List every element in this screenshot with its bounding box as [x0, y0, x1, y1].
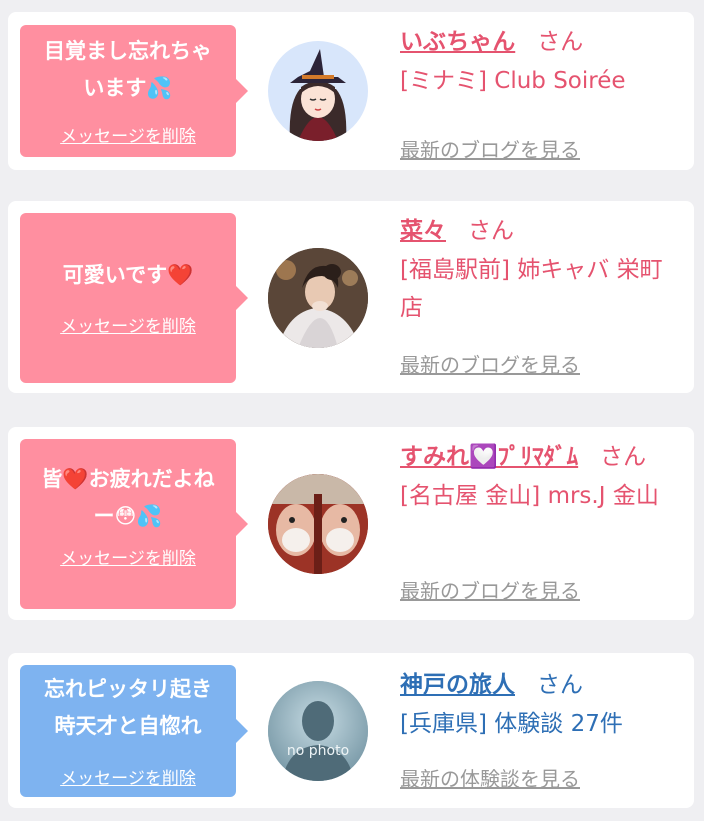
honorific: さん: [537, 672, 583, 698]
kimono-photo-avatar-icon[interactable]: [268, 248, 368, 348]
message-line: 可愛いです❤️: [62, 263, 194, 287]
review-info: [兵庫県] 体験談 27件: [400, 711, 623, 737]
message-card: 目覚まし忘れちゃ います💦 メッセージを削除 いぶちゃん さん [ミナミ] Cl…: [8, 12, 694, 170]
message-text: 皆❤️お疲れだよね ー😳💦: [20, 439, 236, 535]
sender-info: 神戸の旅人 さん [兵庫県] 体験談 27件 最新の体験談を見る: [400, 667, 678, 797]
sender-info: すみれ💟ﾌﾟﾘﾏﾀﾞﾑ さん [名古屋 金山] mrs.J 金山 最新のブログを見…: [400, 439, 678, 609]
delete-message-link[interactable]: メッセージを削除: [20, 764, 236, 789]
message-text: 可愛いです❤️: [20, 213, 236, 294]
message-bubble: 皆❤️お疲れだよね ー😳💦 メッセージを削除: [20, 439, 248, 609]
sender-info: いぶちゃん さん [ミナミ] Club Soirée 最新のブログを見る: [400, 24, 678, 162]
honorific: さん: [537, 29, 584, 55]
message-card: 可愛いです❤️ メッセージを削除 菜々 さん [福島駅前] 姉キャバ 栄町店 最…: [8, 201, 694, 393]
sender-name-link[interactable]: すみれ💟ﾌﾟﾘﾏﾀﾞﾑ: [400, 444, 578, 470]
delete-message-link[interactable]: メッセージを削除: [20, 544, 236, 569]
latest-blog-link[interactable]: 最新のブログを見る: [400, 349, 580, 378]
sender-name-link[interactable]: いぶちゃん: [400, 29, 515, 55]
honorific: さん: [468, 218, 514, 244]
sender-name-line: いぶちゃん さん: [400, 24, 678, 60]
sender-name-link[interactable]: 菜々: [400, 218, 446, 244]
sender-info: 菜々 さん [福島駅前] 姉キャバ 栄町店 最新のブログを見る: [400, 213, 678, 383]
message-line: 忘れピッタリ起き: [44, 677, 212, 701]
message-text: 忘れピッタリ起き 時天才と自惚れ: [20, 665, 236, 745]
shop-info: [ミナミ] Club Soirée: [400, 68, 626, 94]
sender-name-line: 神戸の旅人 さん: [400, 667, 678, 703]
message-card: 皆❤️お疲れだよね ー😳💦 メッセージを削除 すみれ💟ﾌﾟﾘﾏﾀﾞﾑ さん [名…: [8, 427, 694, 620]
latest-blog-link[interactable]: 最新のブログを見る: [400, 575, 580, 604]
message-card: 忘れピッタリ起き 時天才と自惚れ メッセージを削除 no photo 神戸の旅人…: [8, 653, 694, 808]
message-line: 皆❤️お疲れだよね: [41, 467, 215, 491]
delete-message-link[interactable]: メッセージを削除: [20, 312, 236, 337]
sender-name-link[interactable]: 神戸の旅人: [400, 672, 515, 698]
sender-name-line: 菜々 さん: [400, 213, 678, 249]
latest-blog-link[interactable]: 最新のブログを見る: [400, 134, 580, 163]
message-bubble: 目覚まし忘れちゃ います💦 メッセージを削除: [20, 25, 248, 157]
witch-avatar-icon[interactable]: [268, 41, 368, 141]
message-line: 時天才と自惚れ: [54, 714, 202, 738]
no-photo-caption: no photo: [286, 743, 350, 759]
message-bubble: 可愛いです❤️ メッセージを削除: [20, 213, 248, 383]
honorific: さん: [600, 444, 647, 470]
shop-info: [福島駅前] 姉キャバ 栄町店: [400, 257, 663, 321]
message-text: 目覚まし忘れちゃ います💦: [20, 25, 236, 107]
message-line: います💦: [83, 76, 173, 100]
delete-message-link[interactable]: メッセージを削除: [20, 122, 236, 147]
message-line: 目覚まし忘れちゃ: [44, 39, 212, 63]
sender-name-line: すみれ💟ﾌﾟﾘﾏﾀﾞﾑ さん: [400, 439, 678, 475]
shop-info: [名古屋 金山] mrs.J 金山: [400, 483, 659, 509]
message-list: 目覚まし忘れちゃ います💦 メッセージを削除 いぶちゃん さん [ミナミ] Cl…: [0, 0, 704, 821]
mirror-face-avatar-icon[interactable]: [268, 474, 368, 574]
no-photo-avatar-icon[interactable]: no photo: [268, 681, 368, 781]
message-line: ー😳💦: [93, 504, 163, 528]
latest-review-link[interactable]: 最新の体験談を見る: [400, 763, 580, 792]
message-bubble: 忘れピッタリ起き 時天才と自惚れ メッセージを削除: [20, 665, 248, 797]
